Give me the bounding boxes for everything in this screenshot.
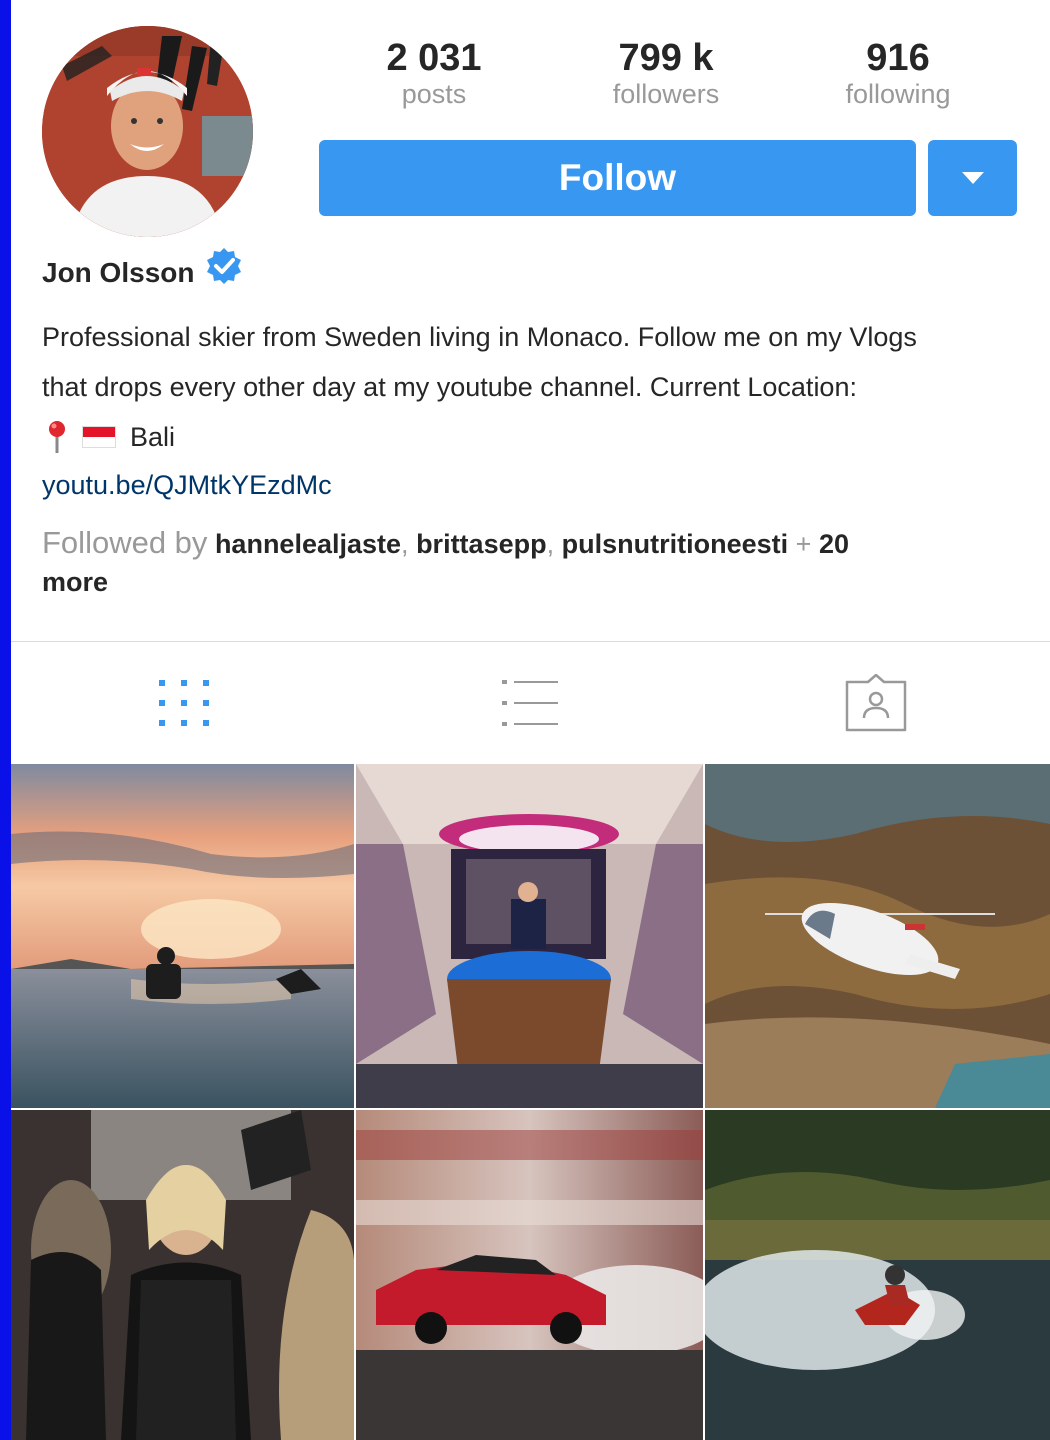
followed-by-prefix: Followed by [42,525,208,560]
followers-label: followers [612,79,720,109]
bio-line-2: that drops every other day at my youtube… [42,372,857,402]
posts-label: posts [401,79,467,109]
post-drift-car[interactable] [356,1110,703,1440]
post-image [356,1110,703,1440]
following-stat[interactable]: 916 following [798,36,998,108]
followers-count: 799 k [618,37,714,79]
avatar-photo [42,26,253,237]
suggestions-dropdown-button[interactable] [928,140,1017,216]
tab-list-view[interactable] [357,642,703,764]
follow-button[interactable]: Follow [319,140,916,216]
photo-grid [11,764,1050,1440]
post-image [705,764,1050,1108]
profile-view-tabs [11,642,1050,764]
location-text: Bali [130,422,176,452]
bio-location: Bali [42,412,1032,462]
round-pushpin-icon [49,421,65,453]
profile-website-link[interactable]: youtu.be/QJMtkYEzdMc [42,470,332,501]
post-party-woman[interactable] [11,1110,354,1440]
post-image [356,764,703,1108]
post-helicopter[interactable] [705,764,1050,1108]
posts-count: 2 031 [386,37,482,79]
profile-stats: 2 031 posts 799 k followers 916 followin… [319,36,1017,116]
plus-sign: + [795,529,812,559]
left-edge-bar [0,0,11,1440]
profile-bio: Professional skier from Sweden living in… [42,312,1032,462]
profile-page: 2 031 posts 799 k followers 916 followin… [11,0,1050,1440]
tab-tagged[interactable] [703,642,1049,764]
profile-avatar[interactable] [42,26,253,237]
more-label[interactable]: more [42,567,108,597]
list-icon [502,680,558,726]
following-count: 916 [866,37,930,79]
verified-badge-icon [207,248,242,284]
post-image [11,764,354,1108]
post-sunset-ocean[interactable] [11,764,354,1108]
post-image [705,1110,1050,1440]
tab-grid-view[interactable] [11,642,357,764]
caret-down-icon [961,172,984,184]
indonesia-flag-icon [82,426,116,448]
profile-name: Jon Olsson [42,257,195,288]
grid-icon [159,680,209,726]
more-count[interactable]: 20 [819,529,849,559]
bio-line-1: Professional skier from Sweden living in… [42,322,917,352]
post-image [11,1110,354,1440]
following-label: following [845,79,951,109]
post-airplane-bar[interactable] [356,764,703,1108]
tagged-person-icon [845,674,907,732]
followed-by-text: Followed by hannelealjaste, brittasepp, … [42,525,849,597]
post-snowmobile-water[interactable] [705,1110,1050,1440]
mutual-follower-1[interactable]: hannelealjaste [215,529,401,559]
mutual-follower-2[interactable]: brittasepp [416,529,547,559]
posts-stat[interactable]: 2 031 posts [334,36,534,108]
mutual-follower-3[interactable]: pulsnutritioneesti [562,529,789,559]
followers-stat[interactable]: 799 k followers [566,36,766,108]
profile-name-row: Jon Olsson [42,248,244,298]
